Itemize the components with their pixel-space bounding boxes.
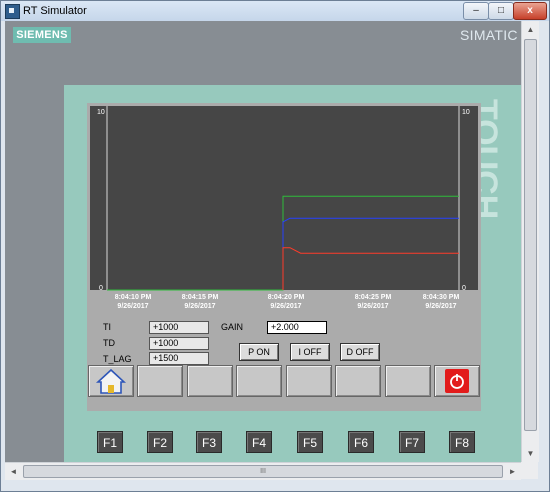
softkey-7[interactable] [385,365,431,397]
softkey-3[interactable] [187,365,233,397]
x-tick-time-3: 8:04:20 PM [268,294,305,301]
tlag-field[interactable]: +1500 [149,352,209,365]
horizontal-scrollbar[interactable]: ◄ III ► [5,462,521,480]
f4-key[interactable]: F4 [246,431,272,453]
scroll-corner [521,462,538,479]
y-left-max-label: 10 [97,109,105,116]
x-tick-date-5: 9/26/2017 [425,303,456,310]
trend-view: 10 0 10 0 8:04:10 PM 9/26/2017 8:04:15 P… [87,103,481,313]
close-button[interactable]: x [513,2,547,20]
gain-label: GAIN [221,322,244,332]
x-tick-time-5: 8:04:30 PM [423,294,460,301]
home-softkey[interactable] [88,365,134,397]
power-icon [445,369,469,393]
x-tick-date-1: 9/26/2017 [117,303,148,310]
f8-key[interactable]: F8 [449,431,475,453]
rt-simulator-window: RT Simulator – □ x SIEMENS SIMATIC P TOU… [0,0,550,492]
gain-field[interactable]: +2.000 [267,321,327,334]
x-tick-date-2: 9/26/2017 [184,303,215,310]
x-tick-time-4: 8:04:25 PM [355,294,392,301]
scroll-left-arrow[interactable]: ◄ [5,463,22,480]
hmi-panel: SIEMENS SIMATIC P TOUCH 10 0 10 0 8:04:1… [5,21,521,462]
td-label: TD [103,338,115,348]
x-tick-time-2: 8:04:15 PM [182,294,219,301]
f5-key[interactable]: F5 [297,431,323,453]
power-softkey[interactable] [434,365,480,397]
y-right-min-label: 0 [462,285,466,292]
x-tick-date-3: 9/26/2017 [270,303,301,310]
f2-key[interactable]: F2 [147,431,173,453]
scroll-up-arrow[interactable]: ▲ [522,21,539,38]
scroll-down-arrow[interactable]: ▼ [522,445,539,462]
siemens-logo: SIEMENS [13,27,71,43]
maximize-button[interactable]: □ [488,2,514,20]
p-on-button[interactable]: P ON [239,343,279,361]
d-off-button[interactable]: D OFF [340,343,380,361]
f3-key[interactable]: F3 [196,431,222,453]
minimize-button[interactable]: – [463,2,489,20]
f7-key[interactable]: F7 [399,431,425,453]
x-tick-time-1: 8:04:10 PM [115,294,152,301]
title-bar[interactable]: RT Simulator – □ x [1,1,549,21]
vertical-scrollbar[interactable]: ▲ ▼ [521,21,539,462]
td-field[interactable]: +1000 [149,337,209,350]
x-tick-date-4: 9/26/2017 [357,303,388,310]
f6-key[interactable]: F6 [348,431,374,453]
vertical-scroll-thumb[interactable] [524,39,537,431]
horizontal-scroll-thumb[interactable]: III [23,465,503,478]
y-left-min-label: 0 [99,285,103,292]
y-right-max-label: 10 [462,109,470,116]
softkey-5[interactable] [286,365,332,397]
window-title: RT Simulator [23,5,87,17]
ti-label: TI [103,322,111,332]
softkey-4[interactable] [236,365,282,397]
tlag-label: T_LAG [103,354,132,364]
simatic-label: SIMATIC P [460,27,521,43]
ti-field[interactable]: +1000 [149,321,209,334]
app-icon [5,4,20,19]
scroll-right-arrow[interactable]: ► [504,463,521,480]
trend-plot-area [90,106,478,290]
home-icon [95,368,127,394]
i-off-button[interactable]: I OFF [290,343,330,361]
softkey-6[interactable] [335,365,381,397]
f1-key[interactable]: F1 [97,431,123,453]
softkey-2[interactable] [137,365,183,397]
